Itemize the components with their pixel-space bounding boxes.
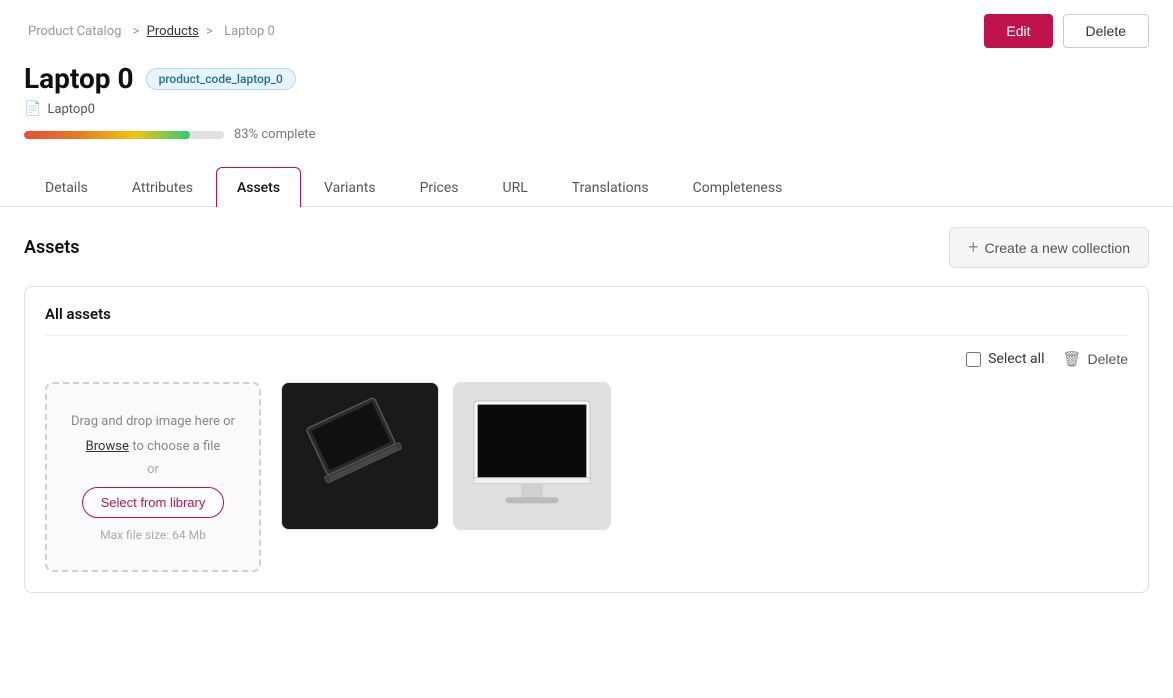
product-header: Laptop 0 product_code_laptop_0 📄 Laptop0… — [0, 58, 1173, 166]
trash-icon: 🗑 — [1062, 350, 1081, 368]
breadcrumb-sep1: > — [133, 24, 143, 39]
upload-or: or — [147, 462, 159, 477]
breadcrumb-current: Laptop 0 — [224, 24, 275, 39]
tabs-bar: Details Attributes Assets Variants Price… — [0, 166, 1173, 207]
progress-bar-fill — [24, 131, 190, 139]
select-all-label[interactable]: Select all — [966, 351, 1044, 367]
select-all-row: Select all 🗑 Delete — [45, 350, 1128, 368]
asset-thumbnail-1[interactable] — [281, 382, 439, 530]
file-icon: 📄 — [24, 101, 41, 117]
progress-row: 83% complete — [24, 127, 1149, 142]
image-thumbnails — [281, 382, 611, 530]
tab-url[interactable]: URL — [482, 167, 549, 207]
edit-button[interactable]: Edit — [984, 14, 1052, 48]
product-file-name: Laptop0 — [47, 102, 95, 117]
tab-prices[interactable]: Prices — [399, 167, 480, 207]
tab-assets[interactable]: Assets — [216, 167, 301, 207]
drag-text-span: Drag and drop image here or — [71, 414, 235, 429]
tab-variants[interactable]: Variants — [303, 167, 397, 207]
breadcrumb-sep2: > — [206, 24, 216, 39]
tab-completeness[interactable]: Completeness — [672, 167, 804, 207]
asset-thumbnail-2[interactable] — [453, 382, 611, 530]
assets-grid-area: Drag and drop image here or Browse to ch… — [45, 382, 1128, 572]
create-collection-label: Create a new collection — [984, 240, 1130, 256]
tab-details[interactable]: Details — [24, 167, 109, 207]
all-assets-title: All assets — [45, 305, 1128, 336]
delete-button[interactable]: Delete — [1063, 14, 1149, 48]
select-all-text: Select all — [988, 351, 1044, 367]
create-collection-button[interactable]: + Create a new collection — [949, 227, 1149, 268]
breadcrumb-products[interactable]: Products — [147, 24, 199, 39]
delete-assets-label: Delete — [1088, 351, 1128, 367]
progress-bar — [24, 131, 224, 139]
tab-translations[interactable]: Translations — [551, 167, 670, 207]
product-code-badge: product_code_laptop_0 — [146, 68, 296, 90]
select-all-checkbox[interactable] — [966, 352, 981, 367]
breadcrumb-root: Product Catalog — [28, 24, 121, 39]
main-content: Assets + Create a new collection All ass… — [0, 207, 1173, 613]
all-assets-card: All assets Select all 🗑 Delete Drag and … — [24, 286, 1149, 593]
assets-section-header: Assets + Create a new collection — [24, 227, 1149, 268]
upload-max-size: Max file size: 64 Mb — [100, 528, 206, 542]
assets-section-title: Assets — [24, 237, 80, 258]
plus-icon: + — [968, 237, 979, 258]
upload-zone[interactable]: Drag and drop image here or Browse to ch… — [45, 382, 261, 572]
breadcrumb: Product Catalog > Products > Laptop 0 — [24, 24, 279, 39]
tab-attributes[interactable]: Attributes — [111, 167, 214, 207]
product-title: Laptop 0 — [24, 62, 134, 95]
upload-drag-text: Drag and drop image here or — [71, 412, 235, 433]
choose-text: to choose a file — [132, 439, 220, 454]
progress-text: 83% complete — [234, 127, 315, 142]
delete-assets-button[interactable]: 🗑 Delete — [1062, 350, 1128, 368]
top-actions: Edit Delete — [984, 14, 1149, 48]
browse-link[interactable]: Browse — [86, 439, 129, 454]
select-library-button[interactable]: Select from library — [82, 487, 225, 518]
